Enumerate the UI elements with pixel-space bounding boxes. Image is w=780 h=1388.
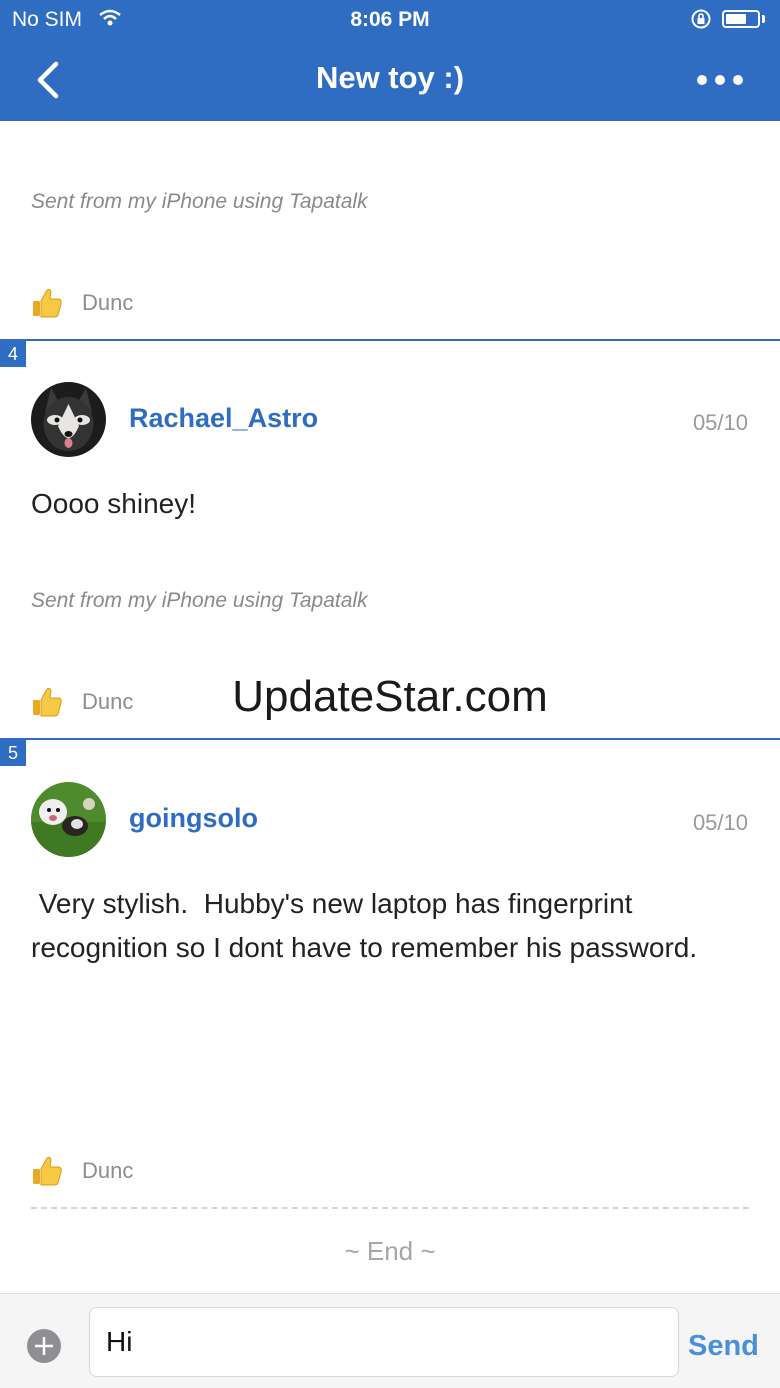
thumbs-up-icon (33, 1156, 62, 1186)
like-row[interactable]: Dunc (30, 285, 133, 321)
navigation-bar: No SIM 8:06 PM New toy :) (0, 0, 780, 121)
more-options-button[interactable] (690, 62, 750, 98)
end-divider (31, 1207, 749, 1209)
post-floor-number: 5 (0, 740, 26, 766)
husky-avatar-image (31, 382, 106, 457)
post-body: Oooo shiney! (31, 488, 196, 519)
plus-circle-icon (27, 1329, 61, 1363)
more-dots-icon (697, 75, 743, 85)
post-username[interactable]: goingsolo (129, 803, 258, 834)
battery-level (726, 14, 746, 24)
post-username[interactable]: Rachael_Astro (129, 403, 318, 434)
page-title: New toy :) (315, 60, 465, 95)
add-attachment-button[interactable] (26, 1328, 62, 1364)
reply-input[interactable] (89, 1307, 679, 1377)
post-signature: Sent from my iPhone using Tapatalk (31, 190, 368, 213)
battery-nub (762, 15, 765, 23)
post-divider (0, 738, 780, 740)
liker-name: Dunc (82, 290, 134, 315)
rotation-lock-icon (691, 9, 711, 29)
like-row[interactable]: Dunc (30, 1153, 133, 1189)
post-signature: Sent from my iPhone using Tapatalk (31, 589, 368, 612)
reply-bar: Send (0, 1293, 780, 1388)
status-time: 8:06 PM (350, 8, 430, 31)
post-date: 05/10 (692, 410, 748, 435)
post-divider (0, 339, 780, 341)
thumbs-up-icon (33, 288, 62, 318)
battery-icon (722, 10, 760, 28)
post-date: 05/10 (692, 810, 748, 835)
end-of-thread-label: ~ End ~ (344, 1236, 436, 1266)
liker-name: Dunc (82, 1158, 134, 1183)
post-floor-number: 4 (0, 341, 26, 367)
send-button[interactable]: Send (688, 1330, 759, 1363)
avatar[interactable] (31, 382, 106, 457)
dog-on-grass-avatar-image (31, 782, 106, 857)
avatar[interactable] (31, 782, 106, 857)
post-body: Very stylish. Hubby's new laptop has fin… (31, 888, 698, 963)
watermark: UpdateStar.com (232, 672, 548, 721)
